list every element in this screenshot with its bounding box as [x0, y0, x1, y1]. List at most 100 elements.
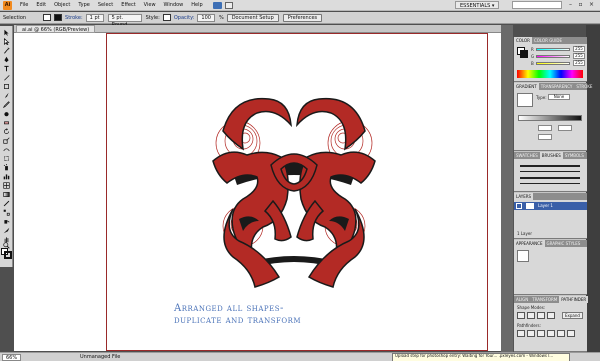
menu-effect[interactable]: Effect	[117, 0, 139, 11]
arrange-documents-icon[interactable]	[224, 1, 233, 9]
tab-layers[interactable]: LAYERS	[514, 193, 534, 200]
magic-wand-tool-icon[interactable]	[2, 46, 11, 54]
tab-swatches[interactable]: SWATCHES	[514, 152, 540, 159]
gradient-opacity-field[interactable]	[558, 125, 572, 131]
bridge-icon[interactable]	[212, 1, 222, 9]
merge-icon[interactable]	[537, 330, 545, 337]
tab-stroke[interactable]: STROKE	[574, 83, 594, 90]
tab-pathfinder[interactable]: PATHFINDER	[559, 296, 589, 303]
paintbrush-tool-icon[interactable]	[2, 91, 11, 99]
tab-color-guide[interactable]: COLOR GUIDE	[532, 37, 564, 44]
tab-symbols[interactable]: SYMBOLS	[563, 152, 586, 159]
color-stroke-swatch[interactable]	[520, 50, 528, 58]
layer-name[interactable]: Layer 1	[538, 203, 553, 208]
graphic-style-thumb[interactable]	[517, 250, 529, 262]
red-slider[interactable]	[536, 48, 570, 51]
opacity-field[interactable]: 100	[197, 13, 215, 22]
menu-help[interactable]: Help	[187, 0, 206, 11]
minus-front-icon[interactable]	[527, 312, 535, 319]
gradient-angle-field[interactable]	[538, 134, 552, 140]
tab-color[interactable]: COLOR	[514, 37, 532, 44]
blue-slider[interactable]	[536, 62, 570, 65]
gradient-tool-icon[interactable]	[2, 190, 11, 198]
tab-align[interactable]: ALIGN	[514, 296, 530, 303]
brush-preset[interactable]	[520, 177, 580, 179]
style-swatch[interactable]	[162, 14, 171, 21]
menu-type[interactable]: Type	[74, 0, 93, 11]
mesh-tool-icon[interactable]	[2, 181, 11, 189]
layer-row[interactable]: Layer 1	[514, 202, 587, 210]
document-setup-button[interactable]: Document Setup	[226, 13, 279, 22]
visibility-eye-icon[interactable]	[516, 203, 522, 209]
fill-stroke-swatches[interactable]	[1, 248, 12, 260]
brush-preset[interactable]	[520, 171, 580, 172]
menu-edit[interactable]: Edit	[32, 0, 50, 11]
menu-window[interactable]: Window	[160, 0, 188, 11]
crop-icon[interactable]	[547, 330, 555, 337]
menu-select[interactable]: Select	[94, 0, 117, 11]
status-text[interactable]: Unmanaged File	[80, 354, 120, 361]
red-value[interactable]: 255	[573, 46, 585, 52]
pen-tool-icon[interactable]	[2, 55, 11, 63]
trim-icon[interactable]	[527, 330, 535, 337]
maximize-icon[interactable]: ▫	[576, 1, 585, 9]
eyedropper-tool-icon[interactable]	[2, 199, 11, 207]
menu-object[interactable]: Object	[50, 0, 74, 11]
direct-selection-tool-icon[interactable]	[2, 37, 11, 45]
tab-transparency[interactable]: TRANSPARENCY	[539, 83, 575, 90]
minus-back-icon[interactable]	[567, 330, 575, 337]
tab-brushes[interactable]: BRUSHES	[539, 152, 563, 159]
preferences-button[interactable]: Preferences	[282, 13, 323, 22]
gradient-slider[interactable]	[518, 115, 582, 121]
color-spectrum[interactable]	[517, 70, 583, 78]
rectangle-tool-icon[interactable]	[2, 82, 11, 90]
fill-swatch[interactable]	[43, 14, 52, 21]
scale-tool-icon[interactable]	[2, 136, 11, 144]
gradient-preview[interactable]	[517, 93, 533, 107]
unite-icon[interactable]	[517, 312, 525, 319]
type-tool-icon[interactable]	[2, 64, 11, 72]
expand-button[interactable]: Expand	[562, 312, 583, 319]
intersect-icon[interactable]	[537, 312, 545, 319]
gradient-location-field[interactable]	[538, 125, 552, 131]
stroke-weight-dropdown[interactable]: 1 pt	[85, 13, 104, 22]
pencil-tool-icon[interactable]	[2, 100, 11, 108]
opacity-label[interactable]: Opacity:	[174, 15, 195, 21]
brush-definition-dropdown[interactable]: 5 pt. Round	[107, 13, 142, 28]
warp-tool-icon[interactable]	[2, 145, 11, 153]
taskbar-notice[interactable]: Upload step for photoshop entry: Waiting…	[392, 353, 570, 361]
blue-value[interactable]: 255	[573, 60, 585, 66]
exclude-icon[interactable]	[547, 312, 555, 319]
rotate-tool-icon[interactable]	[2, 127, 11, 135]
close-icon[interactable]: ×	[587, 1, 596, 9]
live-paint-tool-icon[interactable]	[2, 217, 11, 225]
free-transform-tool-icon[interactable]	[2, 154, 11, 162]
blend-tool-icon[interactable]	[2, 208, 11, 216]
brush-preset[interactable]	[520, 183, 580, 184]
menu-view[interactable]: View	[140, 0, 160, 11]
green-value[interactable]: 255	[573, 53, 585, 59]
slice-tool-icon[interactable]	[2, 226, 11, 234]
tab-graphic-styles[interactable]: GRAPHIC STYLES	[545, 240, 583, 247]
tab-transform[interactable]: TRANSFORM	[530, 296, 559, 303]
document-tab[interactable]: ai.ai @ 66% (RGB/Preview)	[16, 25, 96, 33]
minimize-icon[interactable]: –	[566, 1, 575, 9]
tab-gradient[interactable]: GRADIENT	[514, 83, 539, 90]
selection-tool-icon[interactable]	[2, 28, 11, 36]
divide-icon[interactable]	[517, 330, 525, 337]
eraser-tool-icon[interactable]	[2, 118, 11, 126]
line-tool-icon[interactable]	[2, 73, 11, 81]
zoom-field[interactable]: 66%	[2, 354, 22, 361]
menu-file[interactable]: File	[16, 0, 32, 11]
column-graph-tool-icon[interactable]	[2, 172, 11, 180]
search-input[interactable]	[512, 1, 562, 9]
outline-icon[interactable]	[557, 330, 565, 337]
brush-preset[interactable]	[520, 165, 580, 167]
tab-appearance[interactable]: APPEARANCE	[514, 240, 545, 247]
stroke-swatch[interactable]	[54, 14, 63, 21]
workspace-switcher[interactable]: ESSENTIALS ▾	[455, 1, 500, 9]
green-slider[interactable]	[536, 55, 570, 58]
symbol-sprayer-tool-icon[interactable]	[2, 163, 11, 171]
blob-brush-tool-icon[interactable]	[2, 109, 11, 117]
gradient-type-dropdown[interactable]: None	[548, 94, 570, 100]
